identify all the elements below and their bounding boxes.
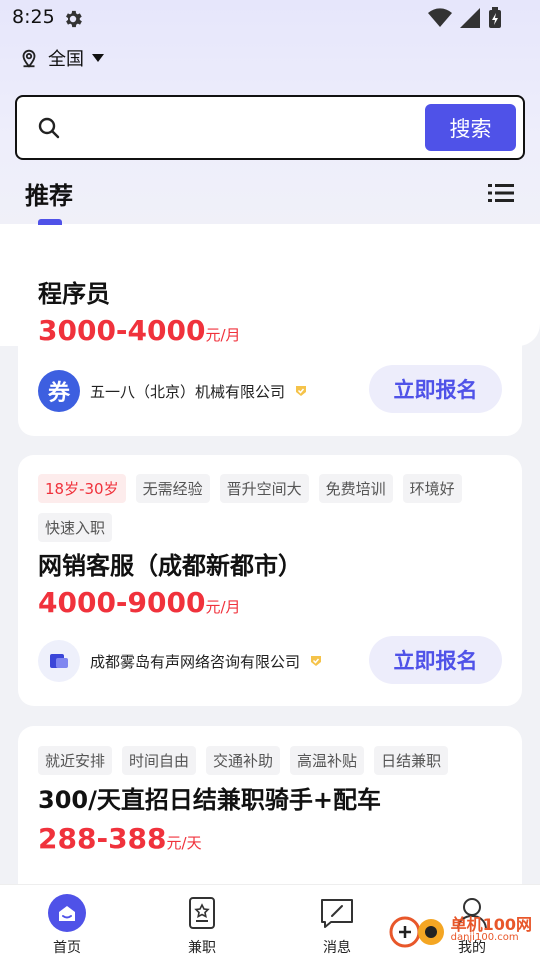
verified-icon	[296, 386, 307, 396]
job-tag: 18岁-30岁	[38, 474, 126, 503]
nav-item-home[interactable]: 首页	[17, 885, 117, 960]
job-tag: 环境好	[402, 474, 462, 503]
caret-down-icon	[92, 54, 104, 62]
watermark: 单机100网 danji100.com	[389, 912, 532, 948]
status-bar: 8:25	[0, 0, 540, 36]
company-name: 成都雾岛有声网络咨询有限公司	[90, 652, 301, 671]
nav-label: 首页	[53, 940, 81, 956]
salary-unit: 元/月	[205, 326, 241, 344]
search-input[interactable]	[79, 111, 419, 145]
nav-item-parttime[interactable]: 兼职	[152, 885, 252, 960]
job-tags: 就近安排 时间自由 交通补助 高温补贴 日结兼职	[38, 746, 508, 775]
job-salary: 288-388元/天	[38, 822, 202, 855]
apply-button[interactable]: 立即报名	[369, 636, 502, 684]
job-tag: 免费培训	[318, 474, 393, 503]
location-label: 全国	[48, 49, 84, 70]
list-menu-icon[interactable]	[488, 182, 514, 204]
job-tag: 无需经验	[135, 474, 210, 503]
company-name: 五一八（北京）机械有限公司	[90, 382, 286, 401]
job-salary: 3000-4000元/月	[38, 314, 241, 347]
job-card[interactable]: 18岁-30岁 无需经验 晋升空间大 免费培训 环境好 快速入职 网销客服（成都…	[18, 455, 522, 706]
nav-item-messages[interactable]: 消息	[287, 885, 387, 960]
watermark-logo-icon	[389, 916, 444, 948]
parttime-icon	[182, 893, 222, 933]
salary-amount: 288-388	[38, 822, 167, 855]
search-icon	[38, 117, 60, 139]
job-tag: 快速入职	[38, 513, 113, 542]
job-title: 程序员	[38, 280, 110, 308]
search-button[interactable]: 搜索	[425, 104, 516, 151]
nav-label: 兼职	[188, 940, 216, 956]
location-pin-icon	[22, 49, 36, 68]
location-selector[interactable]: 全国	[18, 44, 104, 72]
job-tag: 晋升空间大	[219, 474, 309, 503]
message-icon	[317, 893, 357, 933]
job-tag: 时间自由	[122, 746, 197, 775]
company-info: 券 五一八（北京）机械有限公司	[38, 370, 307, 412]
company-info: 成都雾岛有声网络咨询有限公司	[38, 640, 322, 682]
section-header: 推荐	[25, 176, 73, 211]
battery-icon	[489, 7, 501, 28]
job-title: 300/天直招日结兼职骑手+配车	[38, 786, 381, 814]
job-card-content: 程序员 3000-4000元/月 券 五一八（北京）机械有限公司 立即报名	[18, 224, 522, 436]
company-logo-icon	[50, 654, 68, 668]
section-title-recommend[interactable]: 推荐	[25, 182, 73, 210]
company-logo	[38, 640, 80, 682]
salary-amount: 3000-4000	[38, 314, 206, 347]
job-tag: 高温补贴	[290, 746, 365, 775]
signal-icon	[460, 8, 480, 28]
job-salary: 4000-9000元/月	[38, 586, 241, 619]
job-tag: 就近安排	[38, 746, 113, 775]
watermark-title: 单机100网	[450, 915, 532, 934]
job-tag: 交通补助	[206, 746, 281, 775]
salary-unit: 元/月	[205, 598, 241, 616]
company-logo: 券	[38, 370, 80, 412]
job-tag: 日结兼职	[374, 746, 449, 775]
salary-amount: 4000-9000	[38, 586, 206, 619]
nav-label: 消息	[323, 940, 351, 956]
verified-icon	[311, 656, 322, 666]
watermark-url: danji100.com	[450, 932, 519, 943]
job-title: 网销客服（成都新都市）	[38, 552, 302, 580]
home-icon	[47, 893, 87, 933]
job-tags: 18岁-30岁 无需经验 晋升空间大 免费培训 环境好 快速入职	[38, 474, 498, 542]
search-box: 搜索	[15, 95, 525, 160]
wifi-icon	[428, 8, 452, 27]
salary-unit: 元/天	[166, 834, 202, 852]
gear-icon	[66, 10, 82, 28]
status-time: 8:25	[12, 6, 55, 28]
apply-button[interactable]: 立即报名	[369, 365, 502, 413]
